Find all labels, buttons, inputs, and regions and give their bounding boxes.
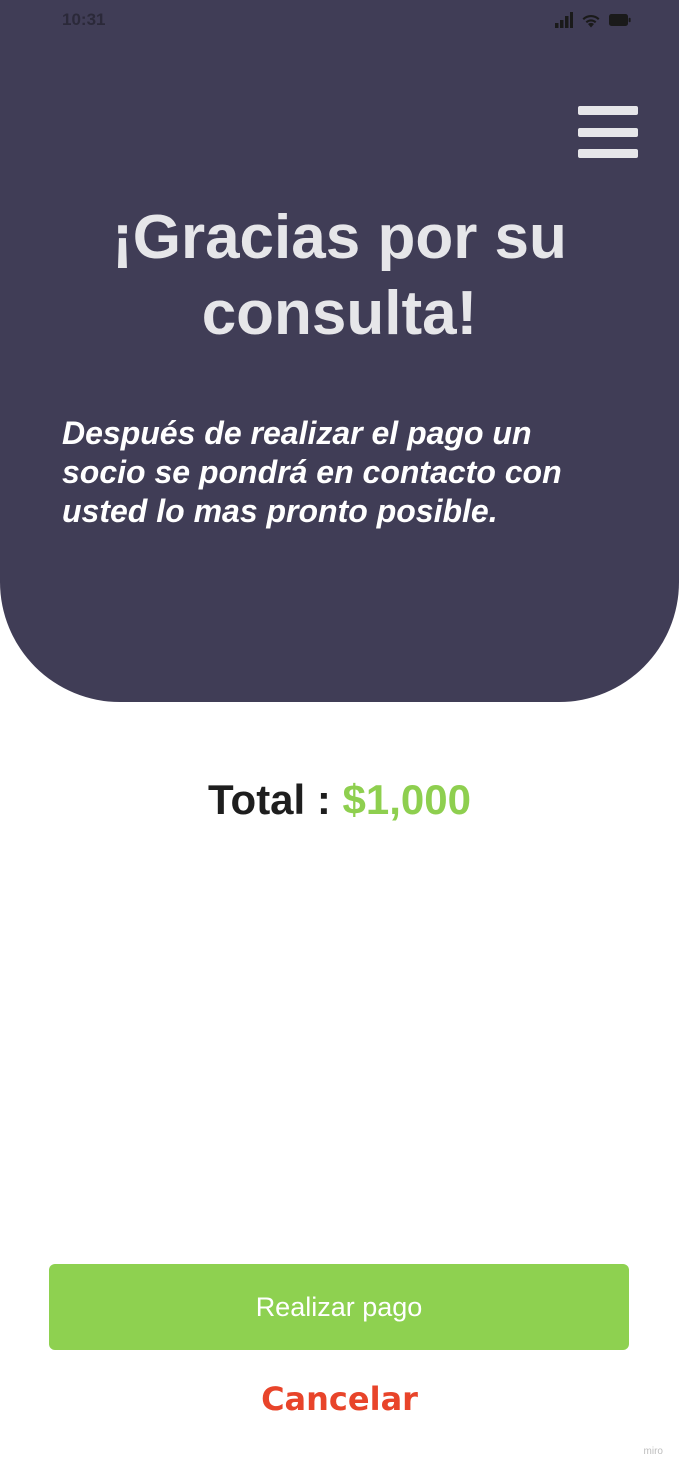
cancel-button[interactable]: Cancelar [0, 1380, 679, 1418]
title-line-1: ¡Gracias por su [112, 203, 567, 272]
status-bar: 10:31 [0, 0, 679, 44]
menu-line [578, 106, 638, 115]
wifi-icon [581, 13, 601, 28]
hamburger-menu-icon[interactable] [578, 106, 638, 158]
menu-line [578, 149, 638, 158]
cellular-signal-icon [555, 12, 573, 28]
title-line-2: consulta! [201, 279, 478, 348]
menu-line [578, 128, 638, 137]
confirmation-message: Después de realizar el pago un socio se … [62, 415, 562, 529]
total-row: Total : $1,000 [0, 776, 679, 824]
payment-confirmation-screen: 10:31 ¡Gracias por su consulta! Después … [0, 0, 679, 1471]
status-icons [555, 12, 631, 28]
watermark: miro [643, 1446, 663, 1457]
total-amount: $1,000 [342, 776, 471, 823]
pay-button[interactable]: Realizar pago [49, 1264, 629, 1350]
page-title: ¡Gracias por su consulta! [40, 200, 639, 352]
battery-icon [609, 14, 631, 26]
total-label: Total : [208, 776, 343, 823]
status-time: 10:31 [62, 10, 106, 29]
